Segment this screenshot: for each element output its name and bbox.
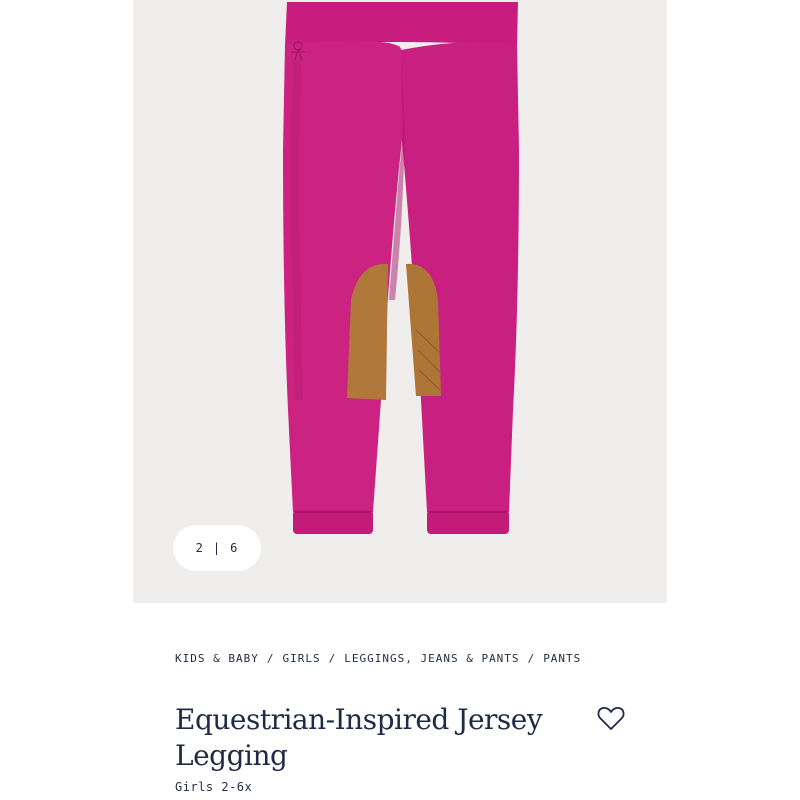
breadcrumb-separator: / — [527, 652, 536, 665]
breadcrumb-leggings-jeans-pants[interactable]: LEGGINGS, JEANS & PANTS — [344, 652, 519, 665]
total-image-count: 6 — [230, 541, 239, 555]
heart-outline-icon — [597, 706, 625, 730]
product-image-gallery[interactable]: 2 | 6 — [133, 0, 667, 603]
product-size-range: Girls 2-6x — [175, 780, 253, 794]
breadcrumb-separator: / — [266, 652, 275, 665]
counter-separator: | — [212, 541, 222, 555]
current-image-number: 2 — [195, 541, 204, 555]
wishlist-button[interactable] — [596, 703, 626, 733]
breadcrumb-separator: / — [328, 652, 337, 665]
breadcrumb-girls[interactable]: GIRLS — [282, 652, 320, 665]
breadcrumb-kids-baby[interactable]: KIDS & BABY — [175, 652, 259, 665]
product-image — [283, 2, 519, 534]
product-title: Equestrian-Inspired Jersey Legging — [175, 703, 543, 772]
breadcrumb: KIDS & BABY / GIRLS / LEGGINGS, JEANS & PANT… — [175, 652, 581, 665]
image-counter: 2 | 6 — [173, 525, 261, 571]
breadcrumb-pants[interactable]: PANTS — [543, 652, 581, 665]
